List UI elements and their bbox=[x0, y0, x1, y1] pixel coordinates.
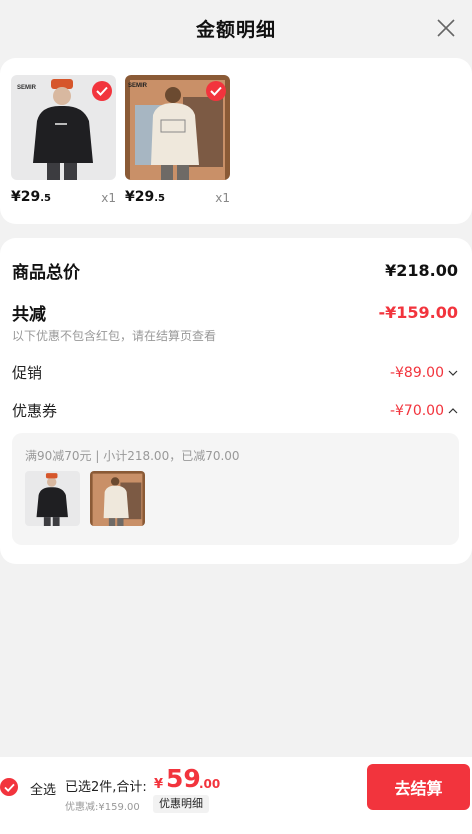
promo-row[interactable]: 促销 -¥89.00 bbox=[12, 362, 458, 383]
checkout-bar: 全选 已选2件,合计: ¥ 59 .00 优惠减:¥159.00 优惠明细 去结… bbox=[0, 757, 472, 834]
chevron-up-icon[interactable] bbox=[448, 407, 458, 415]
select-all-check-icon[interactable] bbox=[0, 778, 18, 796]
header: 金额明细 bbox=[0, 0, 472, 56]
product-quantity: x1 bbox=[101, 191, 116, 205]
discount-note: 以下优惠不包含红包，请在结算页查看 bbox=[12, 329, 217, 343]
promo-value: -¥89.00 bbox=[389, 364, 444, 381]
brand-logo: SEMIR bbox=[17, 85, 37, 91]
discount-detail-button[interactable]: 优惠明细 bbox=[153, 795, 209, 813]
promo-value-wrap: -¥89.00 bbox=[390, 365, 458, 381]
total-price-label: 商品总价 bbox=[12, 263, 80, 283]
total-price-value: ¥218.00 bbox=[385, 261, 458, 280]
total-reduce-value: -¥159.00 bbox=[378, 303, 458, 322]
coupon-description: 满90减70元 | 小计218.00，已减70.00 bbox=[25, 449, 240, 463]
close-icon[interactable] bbox=[432, 14, 460, 42]
coupon-value: -¥70.00 bbox=[389, 402, 444, 419]
product-quantity: x1 bbox=[215, 191, 230, 205]
checkout-button[interactable]: 去结算 bbox=[367, 764, 470, 810]
coupon-row[interactable]: 优惠券 -¥70.00 bbox=[12, 400, 458, 421]
total-amount-integer: 59 bbox=[166, 764, 201, 793]
promo-label: 促销 bbox=[12, 364, 43, 382]
product-check-icon[interactable] bbox=[92, 81, 112, 101]
product-price: ¥29.5 bbox=[11, 189, 51, 205]
discount-amount-text: 优惠减:¥159.00 bbox=[65, 802, 140, 813]
total-currency-symbol: ¥ bbox=[154, 777, 164, 792]
chevron-down-icon[interactable] bbox=[448, 369, 458, 377]
product-list-card: SEMIR ¥29.5 x1 SEMIR ¥29.5 x1 bbox=[0, 58, 472, 224]
total-reduce-label: 共减 bbox=[12, 305, 46, 325]
coupon-product-thumb bbox=[25, 471, 80, 526]
brand-logo: SEMIR bbox=[128, 83, 148, 89]
coupon-value-wrap: -¥70.00 bbox=[390, 403, 458, 419]
total-price-row: 商品总价 ¥218.00 bbox=[12, 258, 458, 283]
total-reduce-row: 共减 -¥159.00 bbox=[12, 300, 458, 325]
total-amount-decimal: .00 bbox=[199, 777, 221, 791]
product-item[interactable]: SEMIR ¥29.5 x1 bbox=[11, 75, 116, 205]
product-image[interactable]: SEMIR bbox=[125, 75, 230, 180]
product-image[interactable]: SEMIR bbox=[11, 75, 116, 180]
select-all-label[interactable]: 全选 bbox=[30, 779, 56, 798]
coupon-detail-box: 满90减70元 | 小计218.00，已减70.00 bbox=[12, 433, 459, 545]
selected-count-text: 已选2件,合计: bbox=[65, 780, 147, 795]
product-item[interactable]: SEMIR ¥29.5 x1 bbox=[125, 75, 230, 205]
price-summary-card: 商品总价 ¥218.00 共减 -¥159.00 以下优惠不包含红包，请在结算页… bbox=[0, 238, 472, 564]
coupon-product-thumb bbox=[90, 471, 145, 526]
page-title: 金额明细 bbox=[195, 18, 276, 41]
product-check-icon[interactable] bbox=[206, 81, 226, 101]
product-price: ¥29.5 bbox=[125, 189, 165, 205]
coupon-label: 优惠券 bbox=[12, 402, 58, 420]
